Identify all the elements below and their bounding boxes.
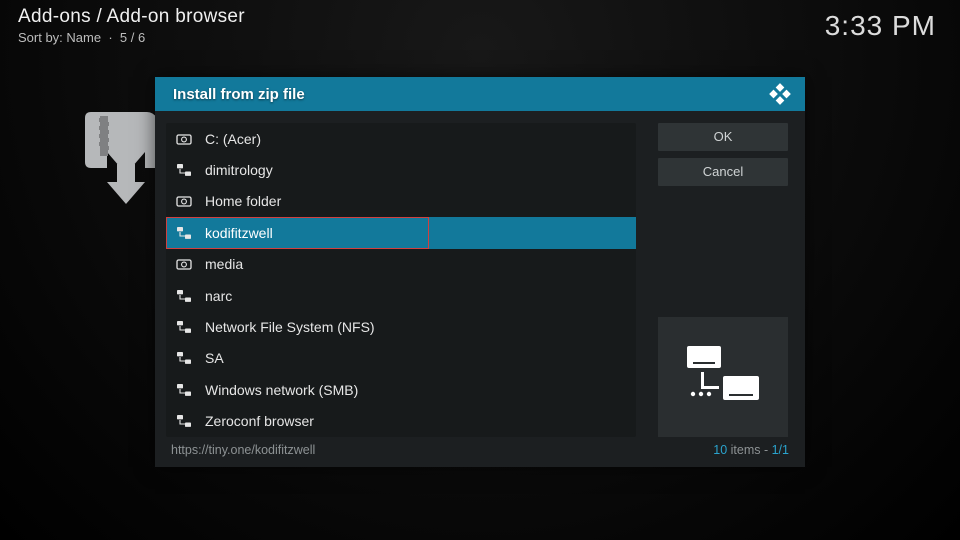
file-source-item[interactable]: SA: [166, 343, 636, 374]
cancel-button[interactable]: Cancel: [658, 158, 788, 186]
kodi-logo-icon: [767, 81, 793, 107]
ok-button[interactable]: OK: [658, 123, 788, 151]
drive-icon: [176, 257, 192, 271]
file-source-label: Zeroconf browser: [205, 413, 314, 429]
dialog-footer: https://tiny.one/kodifitzwell 10 items -…: [155, 439, 805, 467]
network-share-icon: [176, 163, 192, 177]
dialog-title: Install from zip file: [173, 86, 305, 103]
network-share-icon: [176, 320, 192, 334]
drive-icon: [176, 194, 192, 208]
install-from-zip-dialog: Install from zip file C: (Acer) dimitrolo…: [155, 77, 805, 467]
sort-value: Name: [66, 30, 101, 45]
file-source-label: Windows network (SMB): [205, 382, 358, 398]
file-source-label: narc: [205, 288, 232, 304]
file-source-label: C: (Acer): [205, 131, 261, 147]
file-source-item[interactable]: Windows network (SMB): [166, 374, 636, 405]
file-source-item[interactable]: C: (Acer): [166, 123, 636, 154]
drive-icon: [176, 132, 192, 146]
sort-prefix: Sort by:: [18, 30, 66, 45]
file-source-item[interactable]: dimitrology: [166, 154, 636, 185]
dialog-header: Install from zip file: [155, 77, 805, 111]
page-indicator: 1/1: [772, 443, 789, 457]
file-source-label: kodifitzwell: [205, 225, 273, 241]
breadcrumb: Add-ons / Add-on browser: [18, 6, 942, 28]
file-source-label: Network File System (NFS): [205, 319, 375, 335]
file-source-label: SA: [205, 350, 224, 366]
network-share-icon: [176, 383, 192, 397]
file-source-label: dimitrology: [205, 162, 273, 178]
network-share-icon: [176, 414, 192, 428]
file-source-item[interactable]: media: [166, 249, 636, 280]
network-share-icon: [176, 289, 192, 303]
source-preview-icon: [658, 317, 788, 437]
clock: 3:33 PM: [825, 10, 936, 42]
sort-line: Sort by: Name · 5 / 6: [18, 30, 942, 45]
file-source-label: media: [205, 256, 243, 272]
network-share-icon: [176, 351, 192, 365]
file-source-item[interactable]: kodifitzwell: [166, 217, 636, 248]
file-source-list[interactable]: C: (Acer) dimitrology Home folder kodifitzw…: [166, 123, 636, 437]
item-count-text: items -: [727, 443, 771, 457]
file-source-item[interactable]: narc: [166, 280, 636, 311]
file-source-item[interactable]: Home folder: [166, 186, 636, 217]
file-source-item[interactable]: Network File System (NFS): [166, 311, 636, 342]
list-position: 5 / 6: [120, 30, 145, 45]
network-share-icon: [176, 226, 192, 240]
file-source-item[interactable]: Zeroconf browser: [166, 406, 636, 437]
current-path: https://tiny.one/kodifitzwell: [171, 443, 315, 457]
file-source-label: Home folder: [205, 193, 281, 209]
item-count-number: 10: [713, 443, 727, 457]
